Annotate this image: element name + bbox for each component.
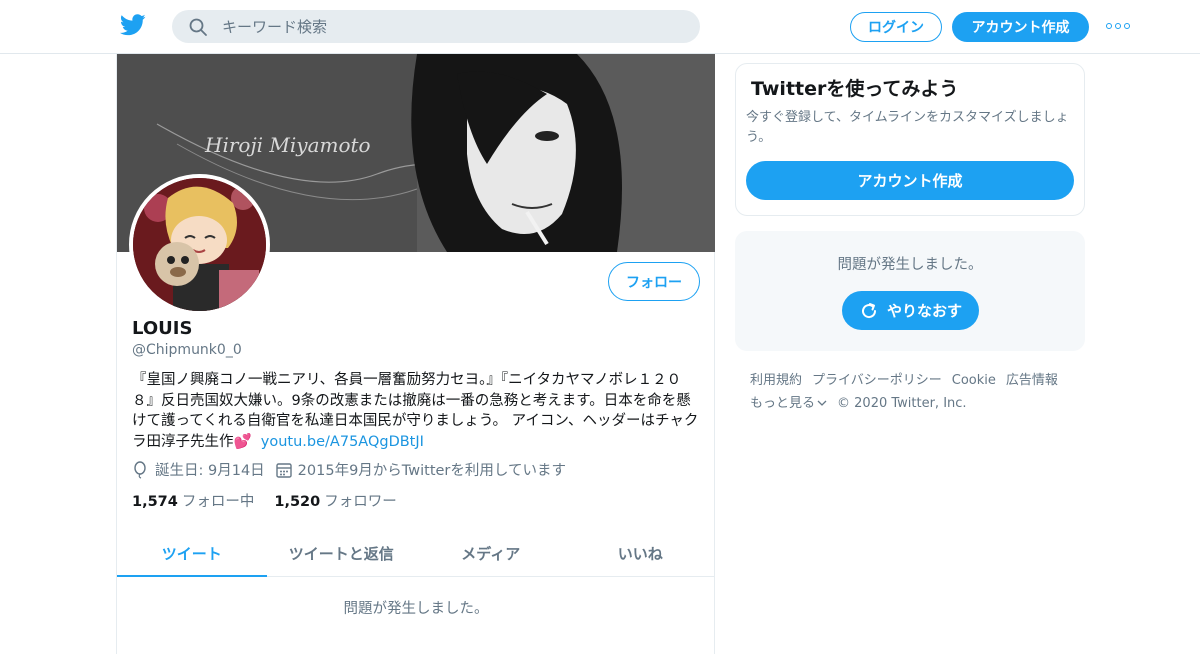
promo-signup-button[interactable]: アカウント作成: [746, 161, 1074, 200]
followers-link[interactable]: 1,520 フォロワー: [274, 490, 396, 511]
banner-signature-text: Hiroji Miyamoto: [204, 133, 371, 157]
profile-avatar[interactable]: [129, 174, 270, 315]
retry-label: やりなおす: [886, 302, 962, 320]
calendar-icon: [275, 462, 292, 478]
joined-text: 2015年9月からTwitterを利用しています: [297, 463, 566, 479]
tab-tweets[interactable]: ツイート: [117, 530, 267, 577]
footer-link-terms[interactable]: 利用規約: [750, 369, 802, 392]
login-button[interactable]: ログイン: [850, 12, 942, 42]
follow-counts: 1,574 フォロー中 1,520 フォロワー: [132, 490, 417, 511]
sidebar-error-card: 問題が発生しました。 やりなおす: [735, 231, 1085, 351]
footer-link-ads[interactable]: 広告情報: [1006, 369, 1058, 392]
top-navigation-bar: ログイン アカウント作成: [0, 0, 1200, 54]
followers-label: フォロワー: [324, 494, 397, 510]
balloon-icon: [134, 460, 146, 479]
following-link[interactable]: 1,574 フォロー中: [132, 490, 254, 511]
profile-tabs: ツイート ツイートと返信 メディア いいね: [117, 530, 715, 577]
search-input[interactable]: [222, 10, 682, 43]
joined-item: 2015年9月からTwitterを利用しています: [275, 459, 566, 480]
chevron-down-icon: [817, 400, 827, 406]
twitter-logo-icon[interactable]: [120, 14, 146, 36]
birthday-text: 誕生日: 9月14日: [155, 463, 265, 479]
copyright-text: © 2020 Twitter, Inc.: [837, 396, 967, 411]
profile-bio: 『皇国ノ興廃コノ一戦ニアリ、各員一層奮励努力セヨ。』『ニイタカヤマノボレ１２０８…: [132, 370, 702, 452]
profile-name: LOUIS: [132, 318, 193, 339]
tab-media[interactable]: メディア: [416, 530, 566, 576]
timeline-error-message: 問題が発生しました。: [343, 601, 489, 617]
promo-text: 今すぐ登録して、タイムラインをカスタマイズしましょう。: [746, 110, 1069, 145]
promo-title: Twitterを使ってみよう: [751, 78, 959, 100]
signup-button[interactable]: アカウント作成: [952, 12, 1089, 42]
footer-link-privacy[interactable]: プライバシーポリシー: [812, 369, 942, 392]
more-options-icon[interactable]: [1106, 17, 1130, 35]
footer-link-cookie[interactable]: Cookie: [952, 369, 996, 392]
followers-count: 1,520: [274, 494, 321, 510]
following-label: フォロー中: [181, 494, 255, 510]
profile-handle: @Chipmunk0_0: [132, 342, 242, 358]
birthday-item: 誕生日: 9月14日: [132, 459, 265, 480]
tab-tweets-and-replies[interactable]: ツイートと返信: [267, 530, 417, 576]
search-icon: [189, 18, 207, 36]
profile-bio-link[interactable]: youtu.be/A75AQgDBtJI: [261, 434, 424, 450]
footer-link-more[interactable]: もっと見る: [750, 392, 827, 415]
footer-links: 利用規約 プライバシーポリシー Cookie 広告情報 もっと見る © 2020 Twi…: [750, 369, 1080, 415]
follow-button[interactable]: フォロー: [608, 262, 700, 301]
profile-column: Hiroji Miyamoto フォロー LOUIS @Chipmunk0_0 …: [116, 54, 715, 654]
refresh-icon: [862, 302, 876, 318]
search-box[interactable]: [172, 10, 700, 43]
tab-likes[interactable]: いいね: [566, 530, 716, 576]
following-count: 1,574: [132, 494, 178, 510]
footer-more-label: もっと見る: [750, 396, 816, 411]
profile-meta: 誕生日: 9月14日 2015年9月からTwitterを利用しています: [132, 459, 576, 480]
retry-button[interactable]: やりなおす: [842, 291, 979, 330]
signup-promo-card: Twitterを使ってみよう 今すぐ登録して、タイムラインをカスタマイズしましょ…: [735, 63, 1085, 216]
sidebar-error-message: 問題が発生しました。: [837, 257, 983, 273]
